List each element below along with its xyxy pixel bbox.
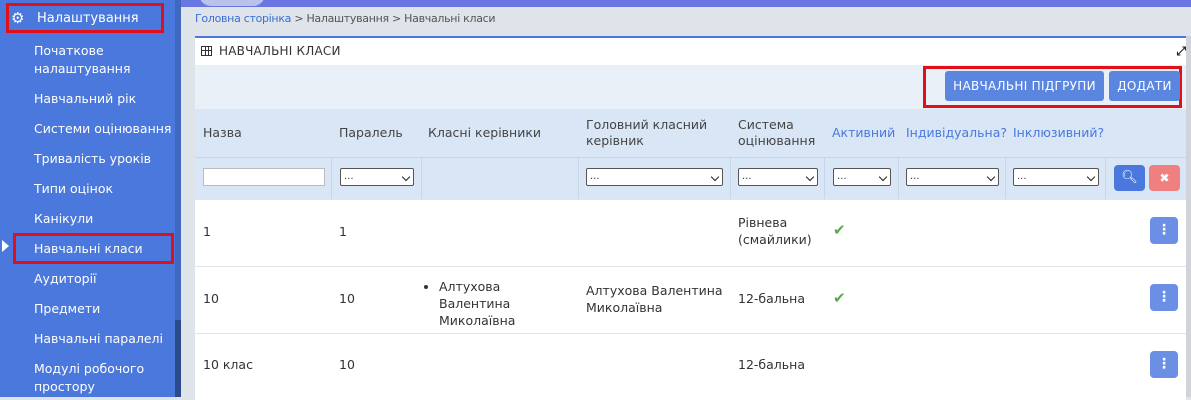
- cell-head-teacher: Алтухова Валентина Миколаївна: [586, 283, 723, 315]
- col-individual-header[interactable]: Індивідуальна?: [906, 125, 1007, 141]
- cell-parallel: 10: [339, 291, 355, 306]
- divider: [824, 157, 825, 199]
- add-button[interactable]: ДОДАТИ: [1109, 71, 1180, 101]
- divider: [1105, 157, 1106, 199]
- subgroups-button[interactable]: НАВЧАЛЬНІ ПІДГРУПИ: [945, 71, 1104, 101]
- sidebar-item-classrooms[interactable]: Аудиторії: [34, 269, 97, 289]
- grid-icon: [201, 46, 212, 56]
- classes-panel: НАВЧАЛЬНІ КЛАСИ ⤢ НАВЧАЛЬНІ ПІДГРУПИ ДОД…: [195, 36, 1186, 400]
- cell-parallel: 1: [339, 224, 347, 239]
- breadcrumb-home-link[interactable]: Головна сторінка: [195, 12, 291, 25]
- divider: [898, 157, 899, 199]
- sidebar-item-lesson-duration[interactable]: Тривалість уроків: [34, 149, 151, 169]
- col-teachers-header[interactable]: Класні керівники: [428, 125, 541, 141]
- filter-individual-select[interactable]: ...: [906, 168, 999, 186]
- expand-icon[interactable]: ⤢: [1176, 44, 1186, 59]
- col-parallel-header[interactable]: Паралель: [339, 125, 403, 141]
- row-actions-button[interactable]: ⋮: [1150, 351, 1178, 378]
- col-active-header[interactable]: Активний: [832, 125, 895, 141]
- sidebar-item-grade-types[interactable]: Типи оцінок: [34, 179, 113, 199]
- sidebar-item-parallels[interactable]: Навчальні паралелі: [34, 329, 163, 349]
- breadcrumb-separator: >: [291, 12, 307, 25]
- sidebar-section-label: Налаштування: [37, 10, 139, 26]
- filter-grading-select[interactable]: ...: [738, 168, 818, 186]
- sidebar-item-grading-systems[interactable]: Системи оцінювання: [34, 119, 171, 139]
- sidebar-item-holidays[interactable]: Канікули: [34, 209, 93, 229]
- clear-filter-button[interactable]: ✖: [1149, 165, 1180, 191]
- check-icon: ✔: [833, 289, 846, 307]
- filter-head-teacher-select[interactable]: ...: [586, 168, 723, 186]
- panel-title-text: НАВЧАЛЬНІ КЛАСИ: [219, 44, 341, 58]
- col-grading-header[interactable]: Система оцінювання: [738, 117, 828, 149]
- breadcrumb-current: Навчальні класи: [404, 12, 496, 25]
- sidebar-item-initial-setup-line2[interactable]: налаштування: [34, 59, 131, 79]
- col-inclusive-header[interactable]: Інклюзивний?: [1013, 125, 1104, 141]
- cell-grading: 12-бальна: [738, 357, 805, 372]
- filter-active-select[interactable]: ...: [833, 168, 891, 186]
- sidebar-scrollbar[interactable]: [175, 0, 181, 397]
- top-banner: [181, 0, 1191, 7]
- sidebar-item-academic-year[interactable]: Навчальний рік: [34, 89, 136, 109]
- col-name-header[interactable]: Назва: [203, 125, 242, 141]
- cell-name: 1: [203, 224, 211, 239]
- close-icon: ✖: [1159, 171, 1170, 185]
- cell-name: 10: [203, 291, 219, 306]
- divider: [730, 157, 731, 199]
- active-arrow-icon: [2, 240, 9, 252]
- vertical-dots-icon: ⋮: [1157, 222, 1171, 238]
- breadcrumb-settings[interactable]: Налаштування: [306, 12, 389, 25]
- cell-teachers: Алтухова Валентина Миколаївна: [425, 278, 575, 329]
- row-actions-button[interactable]: ⋮: [1150, 284, 1178, 311]
- breadcrumb-separator: >: [388, 12, 405, 25]
- sidebar-item-subjects[interactable]: Предмети: [34, 299, 100, 319]
- sidebar-item-workspace-modules[interactable]: Модулі робочого: [34, 359, 144, 379]
- sidebar-item-classes[interactable]: Навчальні класи: [34, 239, 143, 259]
- cell-grading: 12-бальна: [738, 291, 805, 306]
- row-actions-button[interactable]: ⋮: [1150, 217, 1178, 244]
- teacher-list-item: Алтухова Валентина Миколаївна: [439, 278, 575, 329]
- vertical-dots-icon: ⋮: [1157, 289, 1171, 305]
- cell-grading: Рівнева (смайлики): [738, 215, 812, 247]
- divider: [1005, 157, 1006, 199]
- banner-decoration: [199, 0, 265, 6]
- gear-icon: ⚙: [11, 9, 25, 27]
- vertical-dots-icon: ⋮: [1157, 356, 1171, 372]
- check-icon: ✔: [833, 221, 846, 239]
- sidebar: ⚙ Налаштування Початкове налаштування На…: [0, 0, 181, 397]
- sidebar-section-settings[interactable]: ⚙ Налаштування: [6, 3, 164, 33]
- col-head-teacher-header[interactable]: Головний класний керівник: [586, 117, 716, 149]
- sidebar-item-initial-setup[interactable]: Початкове: [34, 41, 104, 61]
- panel-title: НАВЧАЛЬНІ КЛАСИ: [201, 44, 341, 58]
- filter-inclusive-select[interactable]: ...: [1013, 168, 1099, 186]
- sidebar-scrollbar-thumb[interactable]: [175, 320, 181, 397]
- cell-name: 10 клас: [203, 357, 253, 372]
- filter-parallel-select[interactable]: ...: [340, 168, 414, 186]
- page-scroll-edge: [1186, 36, 1191, 397]
- search-button[interactable]: 🔍︎: [1114, 165, 1145, 191]
- filter-name-input[interactable]: [203, 168, 325, 186]
- cell-parallel: 10: [339, 357, 355, 372]
- divider: [578, 157, 579, 199]
- divider: [331, 157, 332, 199]
- divider: [421, 157, 422, 199]
- breadcrumb: Головна сторінка > Налаштування > Навчал…: [195, 12, 496, 25]
- search-icon: 🔍︎: [1121, 170, 1138, 185]
- sidebar-item-workspace-modules-line2[interactable]: простору: [34, 377, 95, 397]
